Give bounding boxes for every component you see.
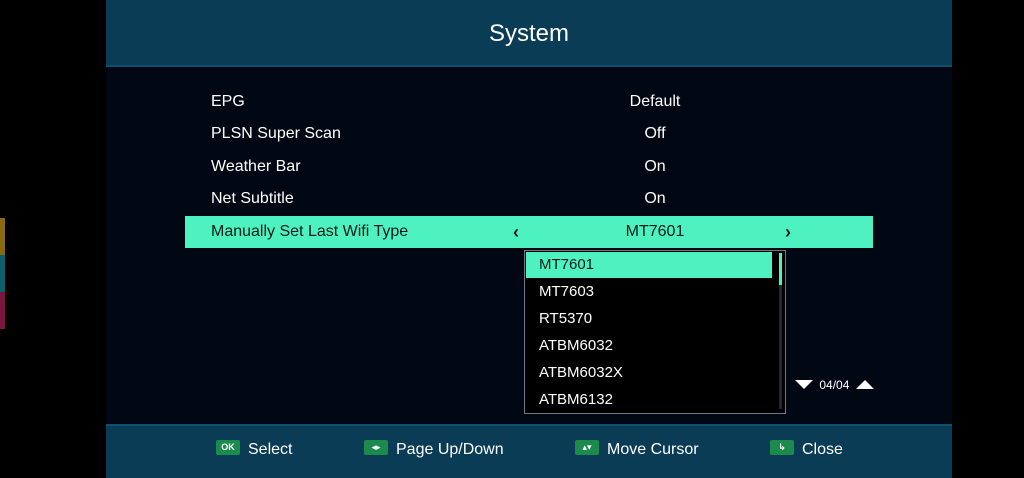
strip-segment-teal [0,255,5,292]
hint-label: Close [802,441,843,458]
chevron-right-icon[interactable]: › [785,216,791,248]
page-down-icon [795,380,813,390]
menu-row-value: MT7601 [625,223,685,240]
header-bar: System [106,0,952,67]
menu-row-value: On [644,190,666,207]
dropdown-scrollbar[interactable] [779,253,782,409]
menu-row-wifi-type[interactable]: Manually Set Last Wifi Type ‹ MT7601 › [185,216,873,248]
hint-page-up-down: ◂▸ Page Up/Down [364,426,504,478]
dropdown-option[interactable]: MT7601 [526,252,772,278]
strip-segment-yellow [0,218,5,255]
menu-row-label: PLSN Super Scan [211,125,341,142]
menu-row-value: Default [629,93,681,110]
wifi-type-dropdown[interactable]: MT7601 MT7603 RT5370 ATBM6032 ATBM6032X … [524,250,786,414]
hint-close: ↳ Close [770,426,843,478]
menu-row-value: On [644,158,666,175]
menu-row-plsn-super-scan[interactable]: PLSN Super Scan Off [185,118,873,150]
page-number: 04/04 [819,377,850,392]
menu-row-epg[interactable]: EPG Default [185,86,873,118]
dropdown-option[interactable]: ATBM6132 [526,387,772,413]
menu-row-value: Off [644,125,666,142]
exit-key-icon: ↳ [770,440,794,456]
menu-row-label: EPG [211,93,245,110]
menu-row-weather-bar[interactable]: Weather Bar On [185,151,873,183]
footer-hint-bar: OK Select ◂▸ Page Up/Down ▴▾ Move Cursor ↳ C… [106,424,952,478]
hint-label: Page Up/Down [396,441,504,458]
scrollbar-thumb[interactable] [779,253,782,285]
hint-label: Select [248,441,293,458]
page-indicator: 04/04 [795,376,874,392]
menu-row-net-subtitle[interactable]: Net Subtitle On [185,183,873,215]
dropdown-option[interactable]: ATBM6032X [526,360,772,386]
left-right-key-icon: ◂▸ [364,440,388,456]
page-title: System [488,20,569,47]
dropdown-option[interactable]: MT7603 [526,279,772,305]
ok-key-icon: OK [216,440,240,456]
menu-row-label: Net Subtitle [211,190,294,207]
dropdown-option[interactable]: RT5370 [526,306,772,332]
up-down-key-icon: ▴▾ [575,440,599,456]
menu-row-label: Manually Set Last Wifi Type [211,223,409,240]
hint-select: OK Select [216,426,292,478]
strip-segment-magenta [0,292,5,329]
page-up-icon [855,380,874,390]
chevron-left-icon[interactable]: ‹ [513,216,519,248]
menu-row-label: Weather Bar [211,158,301,175]
tv-screen: System EPG Default PLSN Super Scan Off W… [106,0,952,478]
side-color-strip [0,218,5,330]
hint-move-cursor: ▴▾ Move Cursor [575,426,699,478]
dropdown-option[interactable]: ATBM6032 [526,333,772,359]
hint-label: Move Cursor [607,441,699,458]
